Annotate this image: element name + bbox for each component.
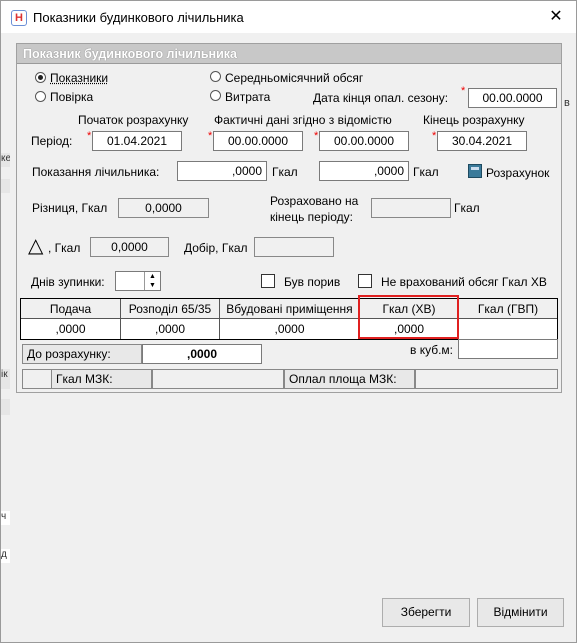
radio-consumption-label[interactable]: Витрата: [225, 90, 270, 104]
required-marker: *: [208, 130, 213, 142]
actual-from-field[interactable]: 00.00.0000: [213, 131, 303, 151]
bg-fragment: [564, 73, 577, 87]
period-label: Період:: [31, 134, 73, 148]
computed-end-label-line1: Розраховано на: [270, 194, 359, 208]
table-cell-built-in[interactable]: ,0000: [220, 319, 360, 339]
to-calc-label: До розрахунку:: [22, 344, 142, 364]
period-start-field[interactable]: 01.04.2021: [92, 131, 182, 151]
table-header: Розподіл 65/35: [121, 299, 220, 319]
required-marker: *: [461, 85, 466, 97]
addition-label: Добір, Гкал: [184, 241, 248, 255]
radio-monthly-average[interactable]: [210, 71, 221, 82]
addition-field: [254, 237, 334, 257]
meter-end-unit: Гкал: [413, 165, 439, 179]
cubic-label: в куб.м:: [410, 343, 454, 357]
rupture-label: Був порив: [284, 275, 341, 289]
period-actual-header: Фактичні дані згідно з відомістю: [214, 113, 392, 127]
computed-end-unit: Гкал: [454, 201, 480, 215]
stop-days-label: Днів зупинки:: [31, 275, 105, 289]
calculate-button[interactable]: Розрахунок: [486, 166, 549, 180]
delta-label: , Гкал: [48, 241, 81, 255]
cancel-button[interactable]: Відмінити: [477, 598, 564, 627]
bg-fragment: д: [1, 549, 10, 563]
highlight-box: [358, 295, 459, 339]
season-end-label: Дата кінця опал. сезону:: [313, 91, 449, 105]
actual-to-field[interactable]: 00.00.0000: [319, 131, 409, 151]
title-bar: Н Показники будинкового лічильника ✕: [1, 1, 576, 33]
period-start-header: Початок розрахунку: [78, 113, 189, 127]
bg-fragment: [1, 399, 10, 415]
table-cell-distribution[interactable]: ,0000: [121, 319, 220, 339]
mzk-gcal-label: Гкал МЗК:: [51, 369, 152, 389]
to-calc-field[interactable]: ,0000: [142, 344, 262, 364]
radio-consumption[interactable]: [210, 90, 221, 101]
bg-fragment: ік: [1, 369, 10, 389]
delta-icon: △: [28, 235, 44, 257]
difference-label: Різниця, Гкал: [32, 201, 108, 215]
table-cell-gcal-hot[interactable]: [459, 319, 557, 339]
computed-end-field: [371, 198, 451, 218]
not-counted-label: Не врахований обсяг Гкал ХВ: [381, 275, 547, 289]
table-header: Вбудовані приміщення: [220, 299, 360, 319]
bg-fragment: ч: [1, 511, 10, 525]
required-marker: *: [432, 130, 437, 142]
radio-verification-label[interactable]: Повірка: [50, 90, 93, 104]
meter-start-unit: Гкал: [272, 165, 298, 179]
meter-start-field[interactable]: ,0000: [177, 161, 267, 181]
close-button[interactable]: ✕: [541, 5, 571, 29]
distribution-table: Подача Розподіл 65/35 Вбудовані приміщен…: [20, 298, 558, 340]
rupture-checkbox[interactable]: [261, 274, 275, 288]
not-counted-checkbox[interactable]: [358, 274, 372, 288]
computed-end-label-line2: кінець періоду:: [270, 210, 353, 224]
mzk-gcal-field: [152, 369, 284, 389]
mzk-area-field: [415, 369, 558, 389]
table-cell-supply[interactable]: ,0000: [21, 319, 121, 339]
mzk-area-label: Оплал площа МЗК:: [284, 369, 415, 389]
difference-field: 0,0000: [118, 198, 209, 218]
delta-field: 0,0000: [90, 237, 169, 257]
table-header: Подача: [21, 299, 121, 319]
cubic-field[interactable]: [458, 339, 558, 359]
calculator-icon[interactable]: [468, 164, 482, 178]
save-button[interactable]: Зберегти: [382, 598, 470, 627]
spinner-arrows-icon[interactable]: ▲ ▼: [144, 272, 160, 290]
radio-verification[interactable]: [35, 91, 46, 102]
required-marker: *: [314, 130, 319, 142]
bg-fragment: ке: [1, 153, 10, 167]
period-end-header: Кінець розрахунку: [423, 113, 525, 127]
radio-readings[interactable]: [35, 72, 46, 83]
window-title: Показники будинкового лічильника: [33, 10, 244, 25]
period-end-field[interactable]: 30.04.2021: [437, 131, 527, 151]
meter-end-field[interactable]: ,0000: [319, 161, 409, 181]
dialog-window: Н Показники будинкового лічильника ✕ ке …: [0, 0, 577, 643]
radio-readings-label[interactable]: Показники: [50, 71, 108, 85]
radio-monthly-average-label[interactable]: Середньомісячний обсяг: [225, 71, 363, 85]
table-header: Гкал (ГВП): [459, 299, 557, 319]
app-icon: Н: [11, 10, 27, 26]
bg-fragment: в: [564, 97, 570, 109]
season-end-date-field[interactable]: 00.00.0000: [468, 88, 557, 108]
bg-fragment: [1, 179, 10, 193]
required-marker: *: [87, 130, 92, 142]
panel-header: Показник будинкового лічильника: [17, 44, 561, 64]
meter-readings-label: Показання лічильника:: [32, 165, 160, 179]
